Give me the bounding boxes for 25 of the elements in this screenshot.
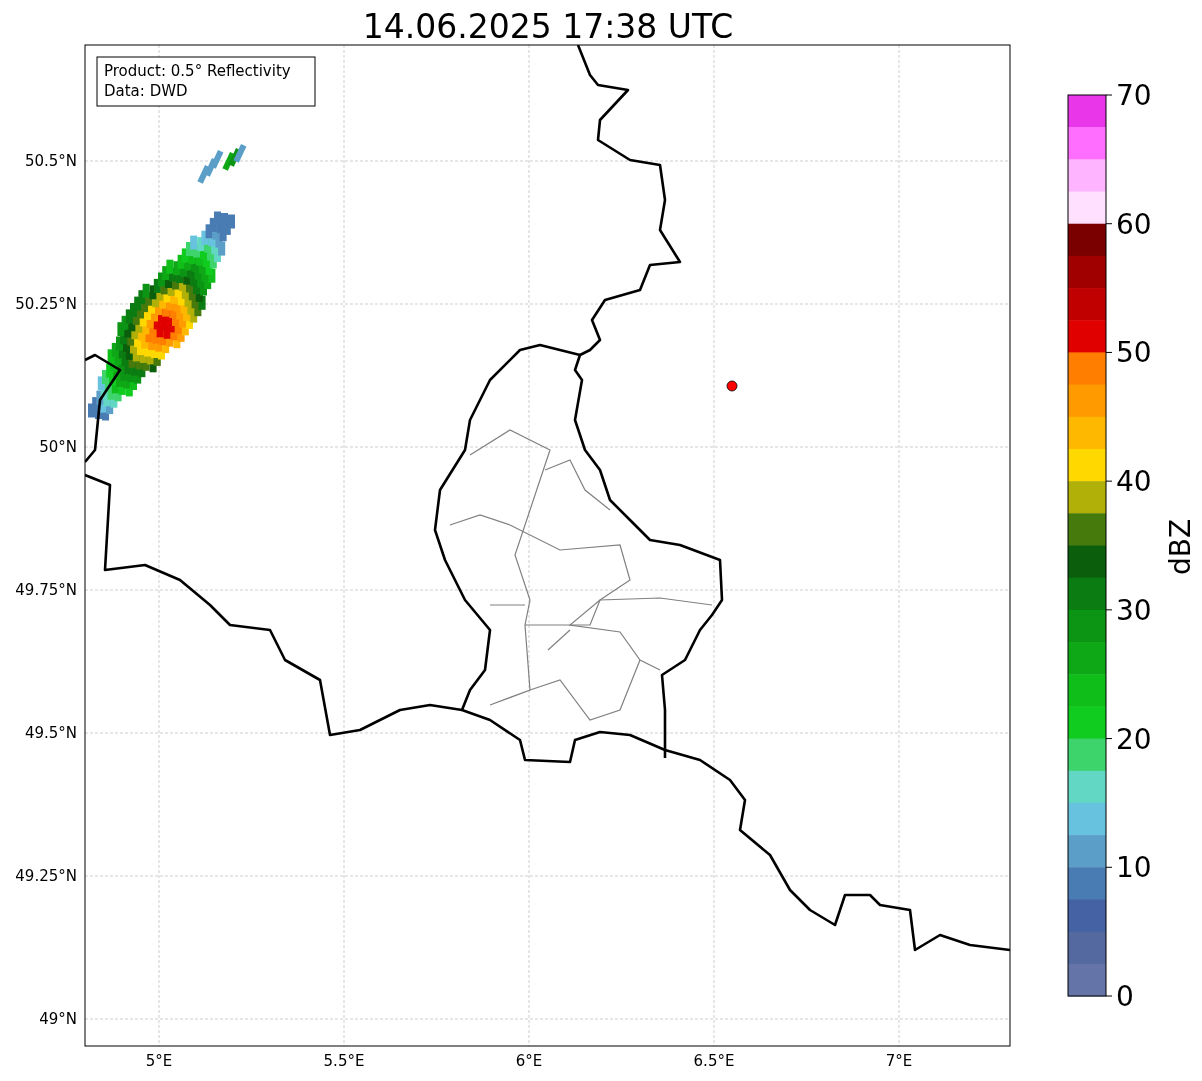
axis-tick-label: 6°E bbox=[515, 1052, 543, 1070]
colorbar-tick-label: 10 bbox=[1116, 851, 1152, 885]
colorbar-tick-label: 0 bbox=[1116, 980, 1134, 1013]
axis-tick-label: 50°N bbox=[39, 438, 77, 456]
axis-tick-label: 5°E bbox=[145, 1052, 173, 1070]
axis-tick-label: 6.5°E bbox=[693, 1052, 735, 1070]
axis-tick-label: 7°E bbox=[885, 1052, 913, 1070]
colorbar-label: dBZ bbox=[1164, 518, 1197, 576]
location-marker bbox=[726, 380, 738, 392]
axis-tick-label: 50.5°N bbox=[24, 152, 77, 170]
axis-tick-label: 49.75°N bbox=[15, 581, 77, 599]
info-text: Data: DWD bbox=[104, 82, 188, 100]
colorbar-tick-label: 50 bbox=[1116, 336, 1152, 370]
axis-tick-label: 49.25°N bbox=[15, 867, 77, 885]
axis-tick-label: 5.5°E bbox=[323, 1052, 365, 1070]
colorbar-tick-label: 30 bbox=[1116, 593, 1152, 627]
axis-tick-label: 50.25°N bbox=[15, 295, 77, 313]
colorbar-tick-label: 20 bbox=[1116, 722, 1152, 756]
axis-tick-label: 49.5°N bbox=[24, 724, 77, 742]
colorbar-tick-label: 40 bbox=[1116, 465, 1152, 499]
colorbar-tick-label: 70 bbox=[1116, 79, 1152, 112]
info-text: Product: 0.5° Reflectivity bbox=[104, 62, 291, 80]
figure-title: 14.06.2025 17:38 UTC bbox=[362, 7, 734, 46]
colorbar-tick-label: 60 bbox=[1116, 207, 1152, 241]
axis-tick-label: 49°N bbox=[39, 1010, 77, 1028]
